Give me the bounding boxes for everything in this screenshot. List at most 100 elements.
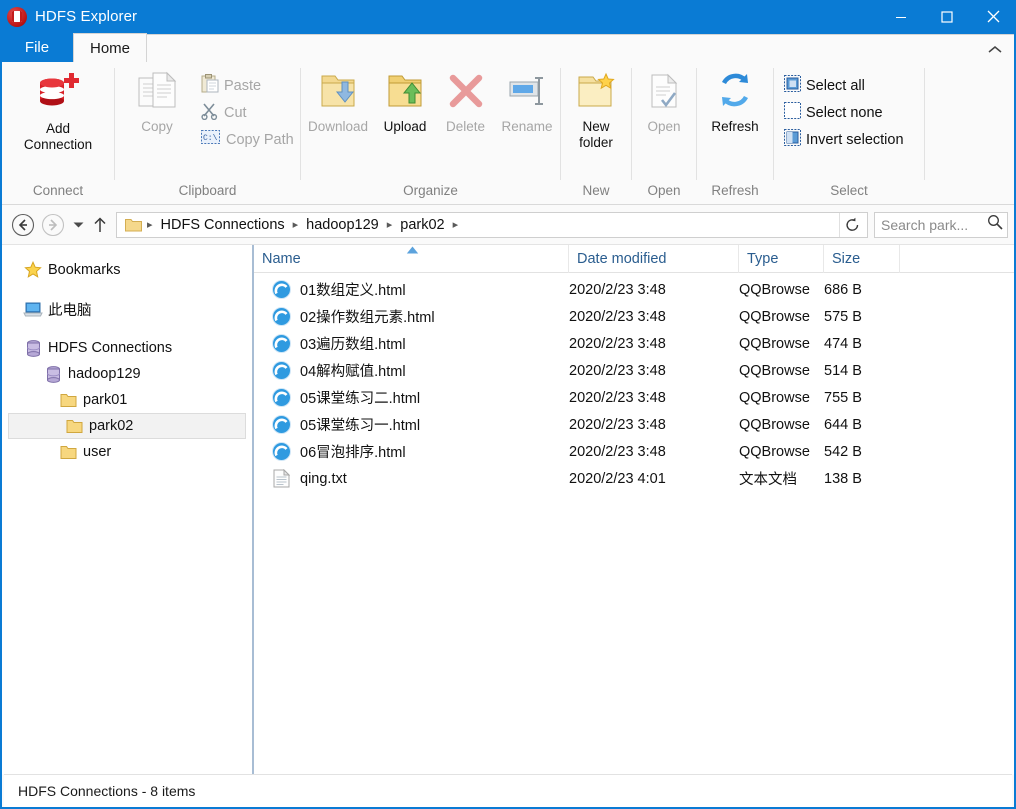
sidebar-item-bookmarks[interactable]: Bookmarks — [2, 257, 252, 283]
chevron-down-icon[interactable] — [68, 211, 88, 239]
qqbrowser-icon — [268, 334, 294, 353]
file-list[interactable]: 01数组定义.html 2020/2/23 3:48 QQBrowse 686 … — [254, 273, 1014, 774]
cut-button[interactable]: Cut — [199, 99, 294, 126]
new-folder-button[interactable]: New folder — [561, 70, 631, 151]
column-header-type[interactable]: Type — [739, 244, 824, 273]
ribbon-group-label-organize: Organize — [403, 183, 458, 198]
minimize-button[interactable] — [878, 0, 924, 33]
column-header-size[interactable]: Size — [824, 244, 900, 273]
file-type: 文本文档 — [739, 472, 797, 488]
breadcrumb-item-hdfs-connections[interactable]: HDFS Connections — [156, 217, 290, 233]
tab-home[interactable]: Home — [73, 33, 147, 62]
file-date: 2020/2/23 3:48 — [569, 362, 666, 379]
window-controls — [878, 0, 1016, 33]
forward-arrow-icon[interactable] — [39, 211, 67, 239]
file-type: QQBrowse — [739, 281, 810, 298]
file-size: 644 B — [824, 416, 862, 433]
file-name: 04解构赋值.html — [300, 364, 406, 380]
table-row[interactable]: 02操作数组元素.html 2020/2/23 3:48 QQBrowse 57… — [254, 303, 1014, 330]
breadcrumb-item-hadoop129[interactable]: hadoop129 — [301, 217, 384, 233]
sidebar-item-label: hadoop129 — [68, 366, 141, 382]
search-input[interactable] — [881, 216, 987, 233]
database-icon — [22, 339, 44, 357]
copy-button[interactable]: Copy — [121, 70, 193, 135]
file-name: 05课堂练习二.html — [300, 391, 421, 407]
select-all-button[interactable]: Select all — [782, 72, 904, 99]
column-header-date-modified[interactable]: Date modified — [569, 244, 739, 273]
select-all-icon — [784, 75, 801, 96]
refresh-arrow-icon[interactable] — [839, 212, 865, 237]
add-connection-label-line2: Connection — [23, 137, 93, 152]
ribbon-group-label-connect: Connect — [32, 183, 84, 198]
breadcrumb-separator[interactable]: ▸ — [290, 218, 302, 231]
breadcrumb-item-park02[interactable]: park02 — [395, 217, 449, 233]
select-none-button[interactable]: Select none — [782, 99, 904, 126]
breadcrumb-separator[interactable]: ▸ — [450, 218, 462, 231]
breadcrumb-separator[interactable]: ▸ — [384, 218, 396, 231]
paste-icon — [201, 74, 219, 97]
sidebar-item-user[interactable]: user — [2, 439, 252, 465]
table-row[interactable]: 04解构赋值.html 2020/2/23 3:48 QQBrowse 514 … — [254, 357, 1014, 384]
ribbon-group-refresh: Refresh Refresh — [697, 62, 773, 204]
ribbon-group-connect: Add Connection Connect — [2, 62, 114, 204]
back-arrow-icon[interactable] — [9, 211, 37, 239]
sidebar-item-park02[interactable]: park02 — [8, 413, 246, 439]
rename-icon — [505, 70, 549, 116]
folder-icon — [57, 393, 79, 408]
main-pane: Bookmarks 此电脑 HDFS Connections hadoop129… — [2, 244, 1014, 774]
table-row[interactable]: 03遍历数组.html 2020/2/23 3:48 QQBrowse 474 … — [254, 330, 1014, 357]
sidebar-item-label: 此电脑 — [48, 302, 92, 319]
upload-button[interactable]: Upload — [374, 70, 436, 135]
chevron-up-icon[interactable] — [984, 39, 1006, 59]
close-button[interactable] — [970, 0, 1016, 33]
sidebar-item-hdfs-connections[interactable]: HDFS Connections — [2, 335, 252, 361]
navigation-tree: Bookmarks 此电脑 HDFS Connections hadoop129… — [2, 245, 252, 774]
add-connection-button[interactable]: Add Connection — [2, 70, 114, 153]
refresh-button[interactable]: Refresh — [697, 70, 773, 135]
folder-icon — [57, 445, 79, 460]
table-row[interactable]: 05课堂练习二.html 2020/2/23 3:48 QQBrowse 755… — [254, 384, 1014, 411]
invert-selection-icon — [784, 129, 801, 150]
database-icon — [42, 365, 64, 383]
download-button[interactable]: Download — [302, 70, 374, 135]
qqbrowser-icon — [268, 442, 294, 461]
new-folder-label-line1: New — [582, 119, 610, 134]
breadcrumb[interactable]: ▸ HDFS Connections ▸ hadoop129 ▸ park02 … — [116, 211, 868, 238]
invert-selection-button[interactable]: Invert selection — [782, 126, 904, 153]
paste-button[interactable]: Paste — [199, 72, 294, 99]
table-row[interactable]: 01数组定义.html 2020/2/23 3:48 QQBrowse 686 … — [254, 276, 1014, 303]
copy-path-button[interactable]: C:\ Copy Path — [199, 126, 294, 153]
application-window: HDFS Explorer File Home Add Connection C… — [0, 0, 1016, 809]
sidebar-item-label: HDFS Connections — [48, 340, 173, 356]
breadcrumb-separator[interactable]: ▸ — [144, 218, 156, 231]
new-folder-label-line2: folder — [579, 135, 613, 150]
search-icon[interactable] — [987, 214, 1003, 235]
search-box[interactable] — [874, 211, 1008, 238]
file-size: 755 B — [824, 389, 862, 406]
database-add-icon — [35, 70, 81, 118]
sidebar-item-hadoop129[interactable]: hadoop129 — [2, 361, 252, 387]
open-button[interactable]: Open — [632, 70, 696, 135]
sidebar-item-this-pc[interactable]: 此电脑 — [2, 296, 252, 322]
table-row[interactable]: 05课堂练习一.html 2020/2/23 3:48 QQBrowse 644… — [254, 411, 1014, 438]
delete-button[interactable]: Delete — [436, 70, 495, 135]
ribbon-group-label-clipboard: Clipboard — [178, 183, 237, 198]
file-date: 2020/2/23 4:01 — [569, 470, 666, 487]
scissors-icon — [201, 102, 219, 124]
table-row[interactable]: 06冒泡排序.html 2020/2/23 3:48 QQBrowse 542 … — [254, 438, 1014, 465]
tab-file[interactable]: File — [1, 33, 73, 62]
paste-label: Paste — [224, 77, 262, 94]
maximize-button[interactable] — [924, 0, 970, 33]
file-date: 2020/2/23 3:48 — [569, 335, 666, 352]
rename-button[interactable]: Rename — [495, 70, 559, 135]
red-x-icon — [444, 70, 488, 116]
table-row[interactable]: qing.txt 2020/2/23 4:01 文本文档 138 B — [254, 465, 1014, 492]
column-header-name[interactable]: Name — [254, 244, 569, 273]
up-arrow-icon[interactable] — [88, 211, 112, 239]
sidebar-item-park01[interactable]: park01 — [2, 387, 252, 413]
qqbrowser-icon — [268, 415, 294, 434]
qqbrowser-icon — [268, 280, 294, 299]
file-type: QQBrowse — [739, 362, 810, 379]
file-size: 514 B — [824, 362, 862, 379]
ribbon-group-open: Open Open — [632, 62, 696, 204]
